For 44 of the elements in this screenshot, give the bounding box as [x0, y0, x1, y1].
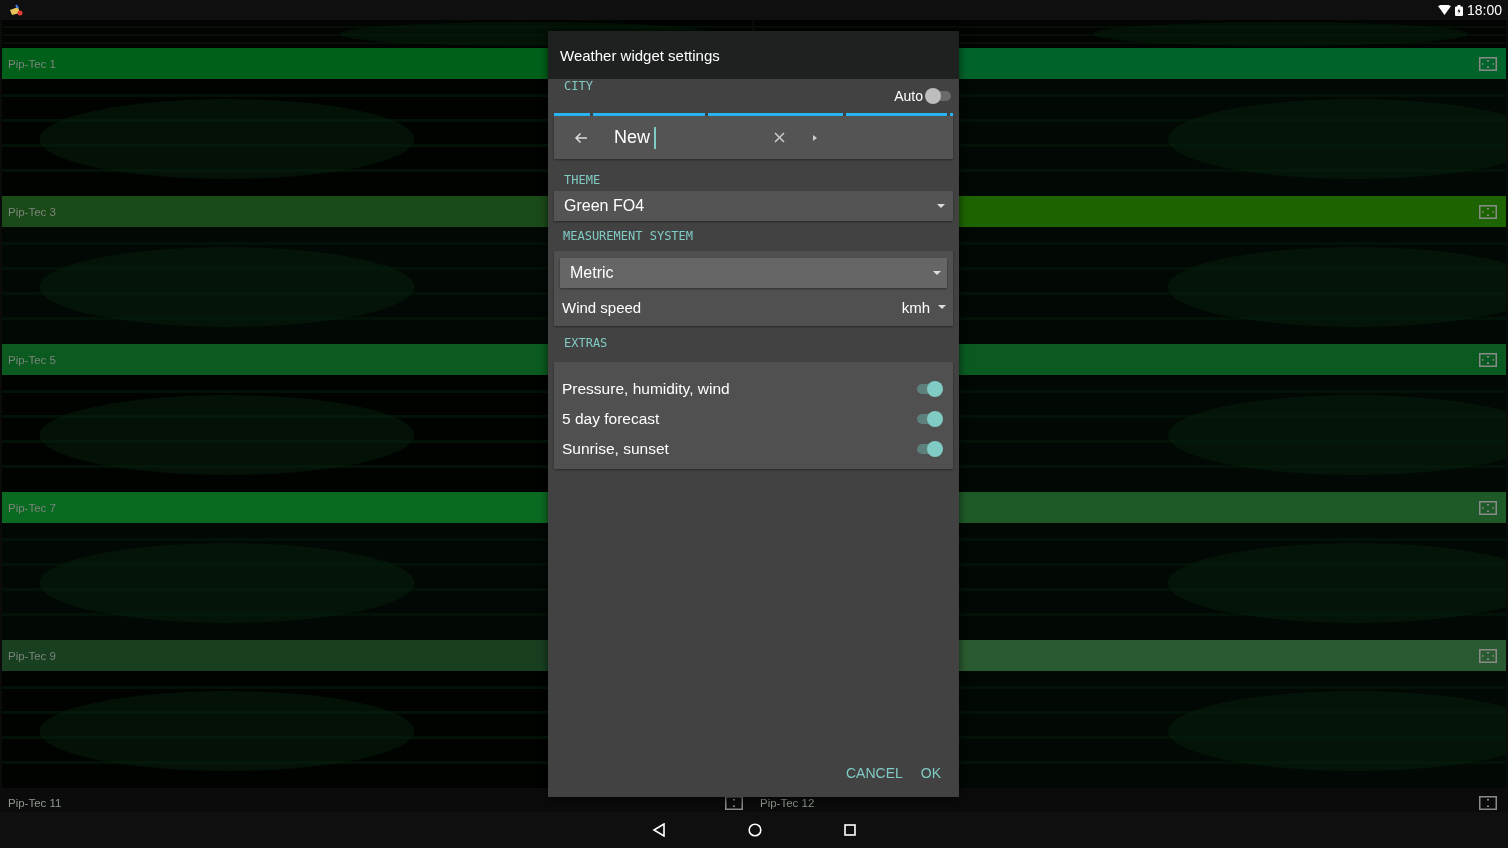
- app-icon: [9, 4, 23, 16]
- system-dropdown[interactable]: Metric: [560, 258, 947, 288]
- recents-icon[interactable]: [844, 824, 856, 836]
- setting-label: 5 day forecast: [562, 410, 660, 428]
- fullscreen-icon[interactable]: [1479, 500, 1497, 515]
- camera-name: Pip-Tec 9: [8, 649, 56, 662]
- caret-icon[interactable]: [813, 134, 817, 141]
- camera-name: Pip-Tec 1: [8, 57, 56, 70]
- dialog-button[interactable]: CANCEL: [839, 761, 909, 785]
- section-label: EXTRAS: [563, 336, 608, 352]
- search-text: New: [614, 127, 650, 148]
- toggle-switch[interactable]: [915, 381, 943, 397]
- clock: 18:00: [1466, 2, 1502, 18]
- auto-switch[interactable]: [925, 88, 953, 104]
- setting-label: Pressure, humidity, wind: [562, 380, 730, 398]
- toggle-switch[interactable]: [915, 411, 943, 427]
- back-arrow-icon[interactable]: [574, 131, 588, 144]
- switch-label: Auto: [894, 88, 923, 104]
- setting-label: Sunrise, sunset: [562, 440, 669, 458]
- section-label: THEME: [563, 172, 601, 189]
- section-label: MEASUREMENT SYSTEM: [562, 229, 694, 245]
- camera-name: Pip-Tec 3: [8, 205, 56, 218]
- dialog-button[interactable]: OK: [914, 761, 947, 785]
- fullscreen-icon[interactable]: [725, 795, 743, 810]
- caret-icon: [938, 305, 946, 309]
- city-search-field[interactable]: New: [554, 116, 953, 159]
- caret-icon: [937, 204, 945, 208]
- section-label: CITY: [563, 79, 593, 93]
- fullscreen-icon[interactable]: [1479, 352, 1497, 367]
- camera-name: Pip-Tec 11: [8, 796, 62, 809]
- battery-icon: [1454, 4, 1463, 16]
- setting-label: Wind speed: [562, 298, 642, 316]
- toggle-switch[interactable]: [915, 441, 943, 457]
- back-icon[interactable]: [652, 823, 666, 837]
- camera-name: Pip-Tec 12: [760, 796, 815, 809]
- fullscreen-icon[interactable]: [1479, 795, 1497, 810]
- camera-name: Pip-Tec 7: [8, 501, 56, 514]
- wifi-icon: [1437, 5, 1451, 15]
- clear-icon[interactable]: [774, 132, 785, 143]
- unit-dropdown[interactable]: kmh: [901, 298, 946, 316]
- dialog-title: Weather widget settings: [560, 46, 720, 64]
- home-icon[interactable]: [748, 823, 762, 837]
- theme-dropdown[interactable]: Green FO4: [554, 191, 953, 221]
- camera-name: Pip-Tec 5: [8, 353, 56, 366]
